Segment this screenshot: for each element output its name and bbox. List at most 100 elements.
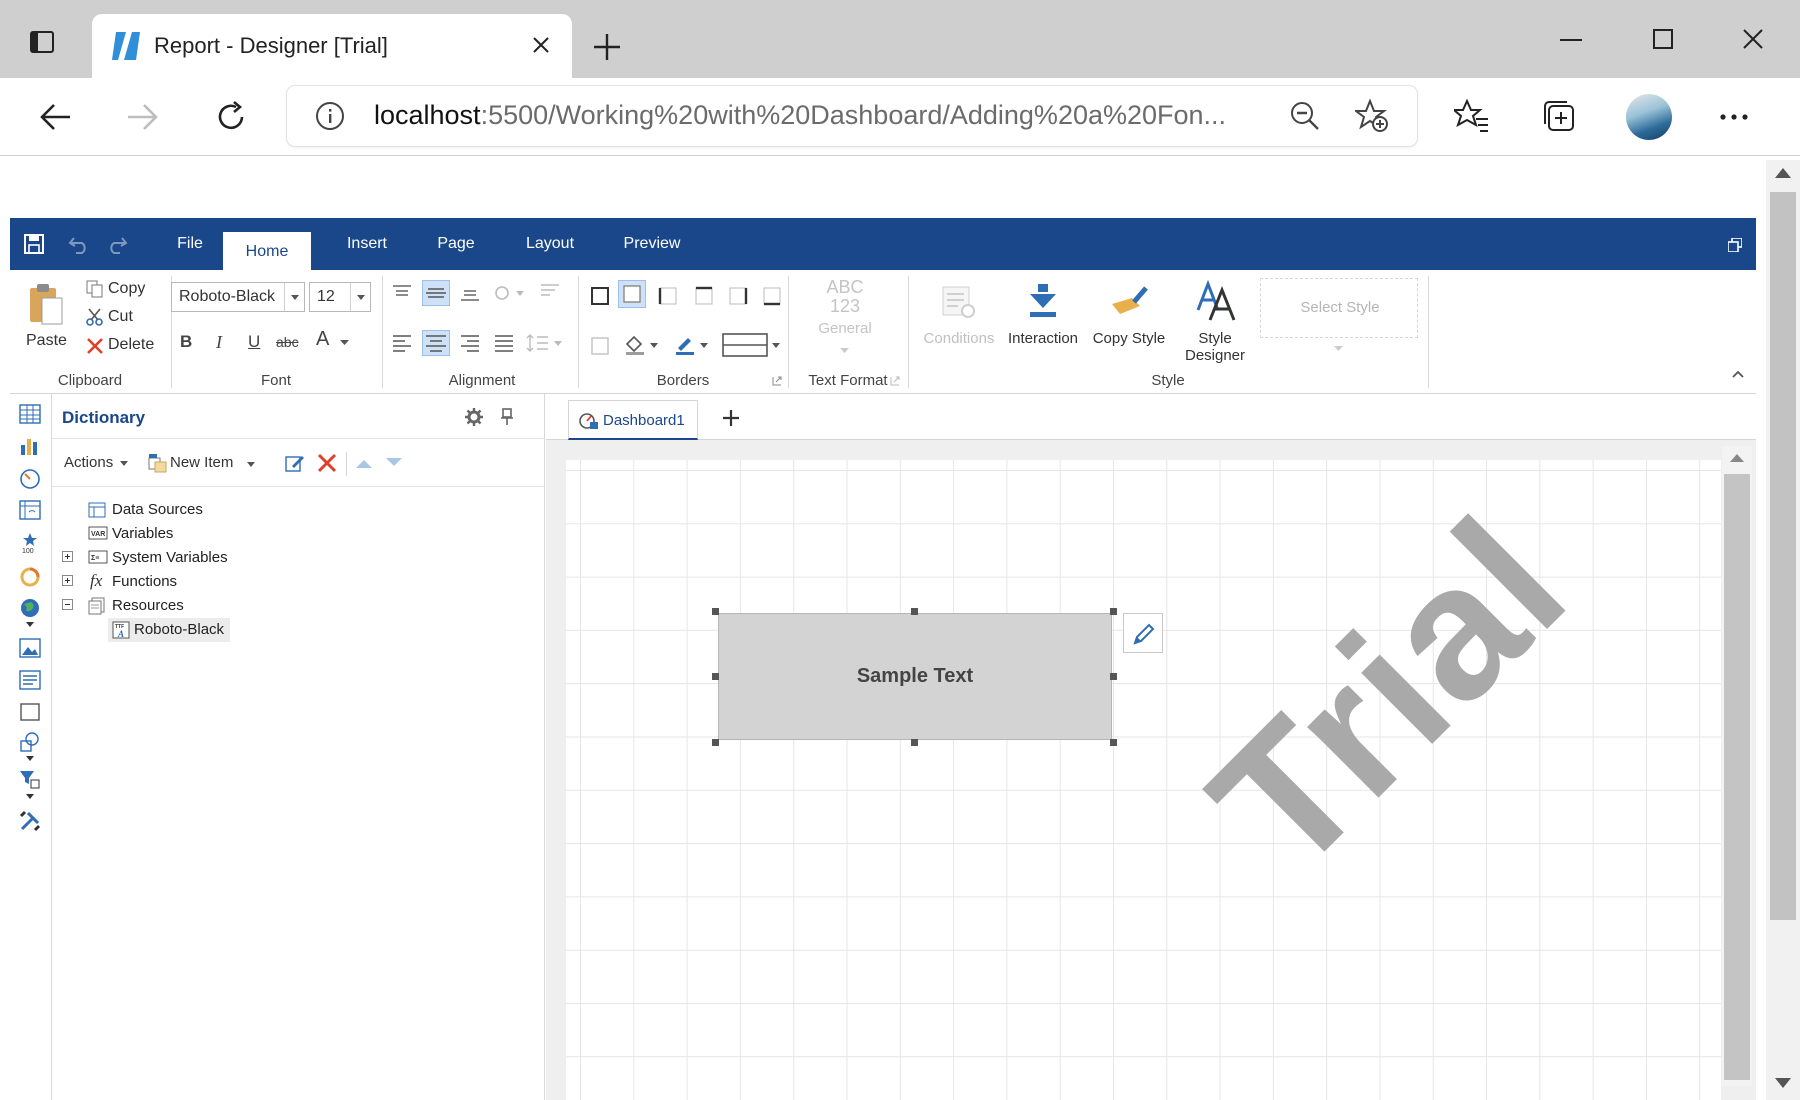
filter-elements-icon[interactable] [19, 770, 41, 800]
gauge-element-icon[interactable] [19, 468, 41, 490]
add-favorite-icon[interactable] [1355, 99, 1389, 133]
minimize-icon[interactable] [1560, 38, 1582, 42]
indicator-element-icon[interactable]: 100 [19, 532, 41, 554]
maximize-icon[interactable] [1652, 28, 1674, 50]
text-element[interactable]: Sample Text [718, 613, 1112, 740]
collapse-icon[interactable] [62, 599, 73, 610]
tab-page[interactable]: Page [416, 218, 496, 270]
fill-color-icon[interactable] [624, 334, 660, 356]
page-scroll-down-icon[interactable] [1775, 1078, 1791, 1088]
borders-dialog-launcher-icon[interactable] [772, 376, 782, 386]
tab-insert[interactable]: Insert [322, 218, 412, 270]
text-element-icon[interactable] [19, 670, 41, 690]
tree-node-resources[interactable]: Resources [62, 594, 262, 618]
border-bottom-icon[interactable] [762, 286, 782, 306]
tree-node-functions[interactable]: fx Functions [62, 570, 262, 594]
panel-element-icon[interactable] [19, 702, 41, 722]
chevron-down-icon[interactable] [350, 283, 370, 311]
align-right-icon[interactable] [460, 334, 480, 352]
justify-icon[interactable] [494, 334, 514, 352]
new-item-menu[interactable]: New Item [148, 452, 258, 474]
border-right-icon[interactable] [728, 286, 748, 306]
pivot-table-icon[interactable] [19, 500, 41, 520]
canvas-scroll-thumb[interactable] [1724, 474, 1750, 1080]
more-menu-icon[interactable] [1720, 114, 1748, 120]
resize-handle[interactable] [1110, 608, 1117, 615]
table-element-icon[interactable] [19, 404, 41, 424]
resize-handle[interactable] [712, 739, 719, 746]
border-top-icon[interactable] [694, 286, 714, 306]
font-color-button[interactable]: A [316, 328, 352, 356]
progress-element-icon[interactable] [19, 566, 41, 588]
canvas-scroll-up-icon[interactable] [1730, 454, 1744, 462]
resize-handle[interactable] [911, 739, 918, 746]
tree-node-system-variables[interactable]: Σ≡ System Variables [62, 546, 292, 570]
copy-button[interactable]: Copy [86, 278, 176, 302]
tree-node-font-resource[interactable]: TTF A Roboto-Black [108, 618, 230, 642]
align-middle-icon[interactable] [422, 280, 450, 306]
chart-element-icon[interactable] [19, 436, 41, 456]
tab-preview[interactable]: Preview [602, 218, 702, 270]
expand-icon[interactable] [62, 551, 73, 562]
border-color-icon[interactable] [674, 334, 710, 356]
cut-button[interactable]: Cut [86, 306, 176, 330]
collections-icon[interactable] [1542, 99, 1576, 133]
site-info-icon[interactable] [315, 101, 345, 131]
tree-node-variables[interactable]: VAR Variables [88, 522, 288, 546]
tree-node-data-sources[interactable]: Data Sources [88, 498, 288, 522]
delete-button[interactable]: Delete [86, 334, 176, 358]
border-all-icon[interactable] [590, 286, 610, 306]
paste-button[interactable]: Paste [16, 282, 74, 362]
page-scroll-thumb[interactable] [1770, 192, 1796, 920]
actions-menu[interactable]: Actions [64, 454, 129, 471]
resize-handle[interactable] [712, 673, 719, 680]
refresh-icon[interactable] [214, 100, 248, 134]
delete-item-icon[interactable] [316, 452, 338, 474]
chevron-down-icon[interactable] [284, 283, 304, 311]
expand-icon[interactable] [62, 575, 73, 586]
collapse-ribbon-icon[interactable] [1732, 370, 1744, 378]
border-left-icon[interactable] [658, 286, 678, 306]
align-center-icon[interactable] [422, 330, 450, 356]
edit-element-button[interactable] [1123, 613, 1163, 653]
profile-avatar[interactable] [1626, 94, 1672, 140]
save-icon[interactable] [24, 234, 44, 254]
zoom-out-icon[interactable] [1290, 101, 1320, 131]
resize-handle[interactable] [1110, 739, 1117, 746]
italic-button[interactable]: I [216, 332, 222, 353]
bold-button[interactable]: B [180, 332, 192, 352]
tab-dashboard1[interactable]: Dashboard1 [568, 400, 698, 440]
underline-button[interactable]: U [248, 332, 260, 352]
align-bottom-icon[interactable] [460, 284, 480, 302]
close-window-icon[interactable] [1742, 28, 1764, 50]
restore-window-icon[interactable] [1728, 238, 1742, 252]
tab-file[interactable]: File [150, 218, 230, 270]
tab-layout[interactable]: Layout [504, 218, 596, 270]
dashboard-canvas[interactable] [566, 460, 1721, 1100]
font-name-combo[interactable]: Roboto-Black [171, 282, 305, 312]
tools-icon[interactable] [19, 810, 41, 832]
back-icon[interactable] [38, 102, 72, 132]
edit-item-icon[interactable] [284, 452, 306, 474]
font-size-combo[interactable]: 12 [309, 282, 371, 312]
url-text[interactable]: localhost:5500/Working%20with%20Dashboar… [374, 100, 1226, 131]
pin-icon[interactable] [500, 408, 514, 426]
add-page-icon[interactable] [722, 409, 740, 427]
new-tab-icon[interactable] [592, 32, 622, 62]
map-element-icon[interactable] [19, 598, 41, 628]
align-left-icon[interactable] [392, 334, 412, 352]
close-tab-icon[interactable] [530, 34, 552, 56]
strikethrough-button[interactable]: abc [276, 334, 299, 350]
resize-handle[interactable] [712, 608, 719, 615]
copy-style-button[interactable]: Copy Style [1086, 284, 1172, 364]
resize-handle[interactable] [911, 608, 918, 615]
shapes-element-icon[interactable] [19, 732, 41, 762]
style-designer-button[interactable]: Style Designer [1172, 280, 1258, 364]
interaction-button[interactable]: Interaction [1000, 284, 1086, 364]
image-element-icon[interactable] [19, 638, 41, 658]
tab-actions-icon[interactable] [30, 30, 54, 54]
address-bar[interactable]: localhost:5500/Working%20with%20Dashboar… [287, 86, 1417, 146]
dictionary-settings-icon[interactable] [465, 408, 483, 426]
align-top-icon[interactable] [392, 284, 412, 302]
browser-tab[interactable]: Report - Designer [Trial] [92, 14, 572, 78]
